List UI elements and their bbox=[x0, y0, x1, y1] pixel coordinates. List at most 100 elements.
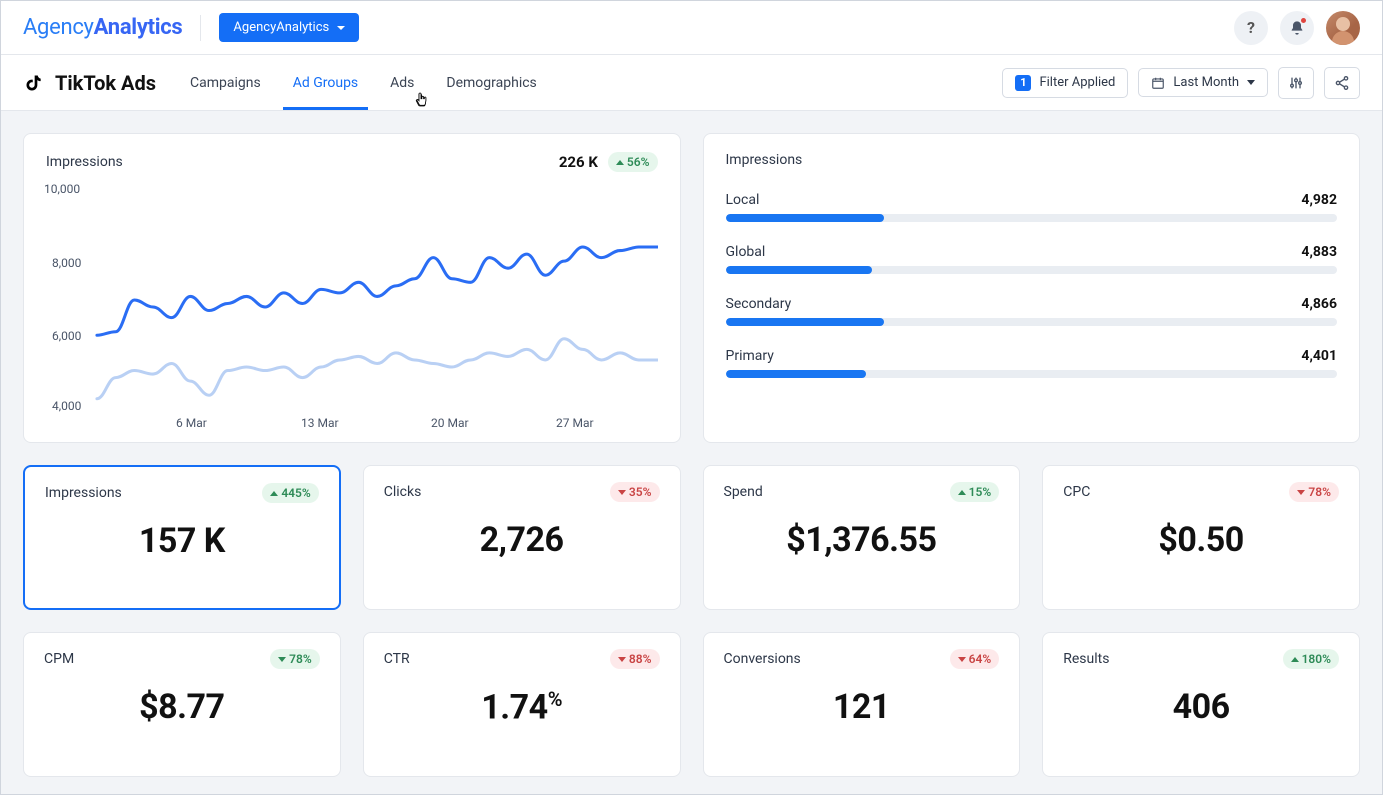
settings-button[interactable] bbox=[1278, 67, 1314, 99]
tab-ads[interactable]: Ads bbox=[390, 57, 414, 109]
metric-card-cpc[interactable]: CPC 78% $0.50 bbox=[1042, 465, 1360, 610]
brand-part2: Analytics bbox=[94, 15, 183, 40]
user-avatar[interactable] bbox=[1326, 11, 1360, 45]
bar-fill bbox=[726, 318, 885, 326]
notifications-button[interactable] bbox=[1280, 11, 1314, 45]
date-range-button[interactable]: Last Month bbox=[1138, 68, 1268, 97]
bar-fill bbox=[726, 370, 867, 378]
metric-label: Clicks bbox=[384, 484, 422, 500]
arrow-down-icon bbox=[618, 657, 626, 662]
bar-value: 4,982 bbox=[1301, 192, 1337, 208]
metric-value: 121 bbox=[724, 687, 1000, 727]
x-tick: 13 Mar bbox=[301, 416, 339, 430]
metric-label: Impressions bbox=[45, 485, 122, 501]
share-button[interactable] bbox=[1324, 67, 1360, 99]
metric-card-cpm[interactable]: CPM 78% $8.77 bbox=[23, 632, 341, 777]
x-tick: 27 Mar bbox=[556, 416, 594, 430]
impressions-chart-title: Impressions bbox=[46, 154, 123, 170]
date-range-label: Last Month bbox=[1173, 75, 1239, 90]
impressions-breakdown-card: Impressions Local 4,982 Global 4,883 Sec… bbox=[703, 133, 1361, 443]
metric-card-conversions[interactable]: Conversions 64% 121 bbox=[703, 632, 1021, 777]
metric-value: $8.77 bbox=[44, 687, 320, 727]
metric-delta: 78% bbox=[1289, 482, 1339, 502]
filter-applied-button[interactable]: 1 Filter Applied bbox=[1002, 68, 1128, 98]
divider bbox=[200, 15, 201, 41]
tab-ad-groups[interactable]: Ad Groups bbox=[293, 57, 358, 109]
metric-label: Spend bbox=[724, 484, 763, 500]
metric-delta: 35% bbox=[610, 482, 660, 502]
y-tick: 10,000 bbox=[44, 182, 80, 196]
arrow-up-icon bbox=[958, 490, 966, 495]
cursor-pointer-icon bbox=[413, 90, 429, 110]
filter-count-badge: 1 bbox=[1015, 75, 1031, 91]
metric-card-results[interactable]: Results 180% 406 bbox=[1042, 632, 1360, 777]
metric-label: Results bbox=[1063, 651, 1109, 667]
metric-delta: 180% bbox=[1283, 649, 1339, 669]
bar-track bbox=[726, 266, 1338, 274]
sliders-icon bbox=[1288, 75, 1304, 91]
bar-track bbox=[726, 214, 1338, 222]
share-icon bbox=[1334, 75, 1350, 91]
bar-value: 4,401 bbox=[1301, 348, 1337, 364]
metric-card-clicks[interactable]: Clicks 35% 2,726 bbox=[363, 465, 681, 610]
chevron-down-icon bbox=[337, 26, 345, 30]
tiktok-icon bbox=[23, 72, 45, 94]
impressions-bar-row: Primary 4,401 bbox=[726, 348, 1338, 378]
workspace-name: AgencyAnalytics bbox=[233, 20, 329, 35]
impressions-breakdown-title: Impressions bbox=[726, 152, 1338, 168]
metric-delta-value: 15% bbox=[969, 485, 992, 499]
chevron-down-icon bbox=[1247, 80, 1255, 85]
arrow-up-icon bbox=[616, 160, 624, 165]
metric-label: Conversions bbox=[724, 651, 801, 667]
metric-label: CPC bbox=[1063, 484, 1090, 500]
x-tick: 20 Mar bbox=[431, 416, 469, 430]
metric-delta-value: 180% bbox=[1302, 652, 1331, 666]
tab-campaigns[interactable]: Campaigns bbox=[190, 57, 261, 109]
metric-delta-value: 78% bbox=[1308, 485, 1331, 499]
bar-label: Secondary bbox=[726, 296, 792, 312]
help-icon: ? bbox=[1247, 18, 1255, 37]
metric-delta: 15% bbox=[950, 482, 1000, 502]
bar-track bbox=[726, 318, 1338, 326]
impressions-chart-kpi: 226 K bbox=[559, 153, 598, 171]
impressions-chart-delta-value: 56% bbox=[627, 155, 650, 169]
brand-logo[interactable]: AgencyAnalytics bbox=[23, 15, 182, 40]
arrow-up-icon bbox=[270, 491, 278, 496]
impressions-bar-row: Local 4,982 bbox=[726, 192, 1338, 222]
metric-value: 2,726 bbox=[384, 520, 660, 560]
tab-demographics[interactable]: Demographics bbox=[446, 57, 536, 109]
calendar-icon bbox=[1151, 76, 1165, 90]
impressions-line-chart[interactable]: 10,000 8,000 6,000 4,000 6 Mar 13 Mar 20… bbox=[46, 184, 658, 426]
workspace-switcher[interactable]: AgencyAnalytics bbox=[219, 13, 359, 42]
metric-delta: 64% bbox=[950, 649, 1000, 669]
y-tick: 4,000 bbox=[52, 399, 81, 413]
metric-delta: 445% bbox=[262, 483, 318, 503]
arrow-up-icon bbox=[1291, 657, 1299, 662]
impressions-chart-card: Impressions 226 K 56% 10,000 8,000 6,000… bbox=[23, 133, 681, 443]
metric-card-spend[interactable]: Spend 15% $1,376.55 bbox=[703, 465, 1021, 610]
arrow-down-icon bbox=[958, 657, 966, 662]
bar-fill bbox=[726, 214, 885, 222]
y-tick: 6,000 bbox=[52, 329, 81, 343]
impressions-bar-row: Secondary 4,866 bbox=[726, 296, 1338, 326]
brand-part1: Agency bbox=[23, 15, 94, 40]
metric-value: 406 bbox=[1063, 687, 1339, 727]
bar-value: 4,883 bbox=[1301, 244, 1337, 260]
metric-value: $0.50 bbox=[1063, 520, 1339, 560]
help-button[interactable]: ? bbox=[1234, 11, 1268, 45]
metric-delta-value: 88% bbox=[629, 652, 652, 666]
metric-delta: 88% bbox=[610, 649, 660, 669]
arrow-down-icon bbox=[1297, 490, 1305, 495]
bar-fill bbox=[726, 266, 873, 274]
metric-delta: 78% bbox=[270, 649, 320, 669]
arrow-down-icon bbox=[618, 490, 626, 495]
bar-label: Local bbox=[726, 192, 760, 208]
impressions-bar-row: Global 4,883 bbox=[726, 244, 1338, 274]
metric-card-ctr[interactable]: CTR 88% 1.74% bbox=[363, 632, 681, 777]
metric-delta-value: 445% bbox=[281, 486, 310, 500]
metric-delta-value: 64% bbox=[969, 652, 992, 666]
metric-card-impressions[interactable]: Impressions 445% 157 K bbox=[23, 465, 341, 610]
x-tick: 6 Mar bbox=[176, 416, 207, 430]
tabs: Campaigns Ad Groups Ads Demographics bbox=[190, 57, 537, 109]
page-title: TikTok Ads bbox=[55, 71, 156, 95]
